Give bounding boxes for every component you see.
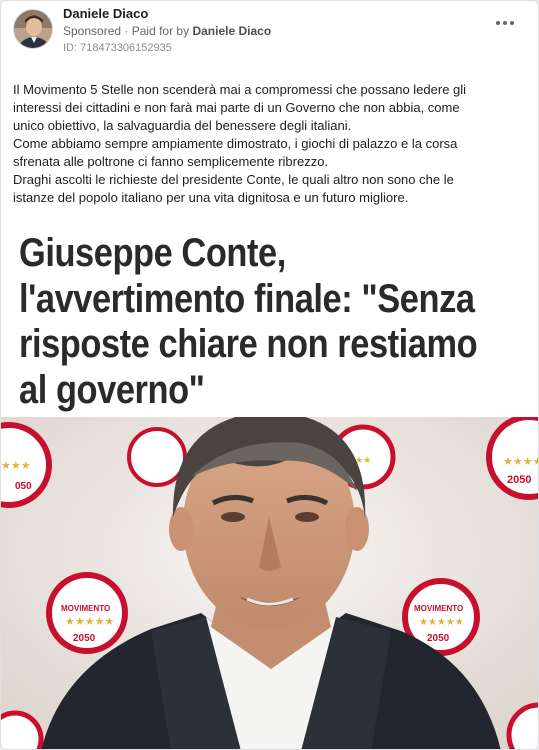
ad-image-photo[interactable]: 050 ★★★ ★★★ ★★★★ 2050 MOVIMENTO ★★★★★ 20…	[1, 417, 539, 749]
post-text-line: istanze del popolo italiano per una vita…	[13, 190, 409, 205]
paid-for-prefix: Paid for by	[131, 24, 190, 38]
post-text-line: unico obiettivo, la salvaguardia del ben…	[13, 118, 352, 133]
headline-line: risposte chiare non restiamo	[19, 322, 478, 366]
movimento-logo: MOVIMENTO ★★★★★ 2050	[46, 572, 128, 654]
svg-text:2050: 2050	[427, 633, 450, 644]
post-text-line: Draghi ascolti le richieste del presiden…	[13, 172, 454, 187]
more-horizontal-icon	[496, 21, 514, 25]
svg-text:★★★: ★★★	[1, 459, 31, 472]
avatar-photo	[14, 10, 52, 48]
svg-text:★★★★: ★★★★	[503, 455, 539, 468]
headline-line: al governo"	[19, 367, 205, 412]
svg-text:2050: 2050	[73, 633, 96, 644]
svg-text:MOVIMENTO: MOVIMENTO	[414, 604, 463, 613]
post-text-line: interessi dei cittadini e non farà mai p…	[13, 100, 460, 115]
sponsored-label: Sponsored	[63, 24, 122, 38]
movimento-logo	[127, 427, 187, 487]
post-header: Daniele Diaco Sponsored · Paid for by Da…	[1, 1, 538, 65]
sponsored-meta: Sponsored · Paid for by Daniele Diaco	[63, 24, 271, 38]
meta-separator: ·	[124, 24, 129, 38]
svg-text:MOVIMENTO: MOVIMENTO	[61, 604, 110, 613]
author-name[interactable]: Daniele Diaco	[63, 6, 148, 21]
svg-text:2050: 2050	[507, 474, 531, 486]
ad-id: ID: 718473306152935	[63, 42, 172, 54]
svg-text:★★★★★: ★★★★★	[419, 617, 464, 628]
svg-text:050: 050	[15, 481, 32, 492]
more-options-button[interactable]	[494, 15, 516, 31]
movimento-logo: ★★★★ 2050	[486, 417, 539, 500]
ad-image-headline[interactable]: Giuseppe Conte, l'avvertimento finale: "…	[1, 223, 538, 419]
post-text-line: sfrenata alle poltrone ci fanno semplice…	[13, 154, 329, 169]
headline-line: l'avvertimento finale: "Senza	[19, 276, 475, 321]
sponsored-post-card: Daniele Diaco Sponsored · Paid for by Da…	[0, 0, 539, 750]
post-text-line: Il Movimento 5 Stelle non scenderà mai a…	[13, 82, 467, 97]
post-body-text: Il Movimento 5 Stelle non scenderà mai a…	[13, 81, 518, 207]
paid-for-name[interactable]: Daniele Diaco	[192, 24, 271, 38]
post-text-line: Come abbiamo sempre ampiamente dimostrat…	[13, 136, 458, 151]
svg-text:★★★★★: ★★★★★	[65, 615, 114, 628]
politician-photo: 050 ★★★ ★★★ ★★★★ 2050 MOVIMENTO ★★★★★ 20…	[1, 417, 539, 749]
headline-text: Giuseppe Conte, l'avvertimento finale: "…	[19, 231, 522, 413]
headline-line: Giuseppe Conte,	[19, 231, 286, 275]
author-avatar[interactable]	[13, 9, 53, 49]
